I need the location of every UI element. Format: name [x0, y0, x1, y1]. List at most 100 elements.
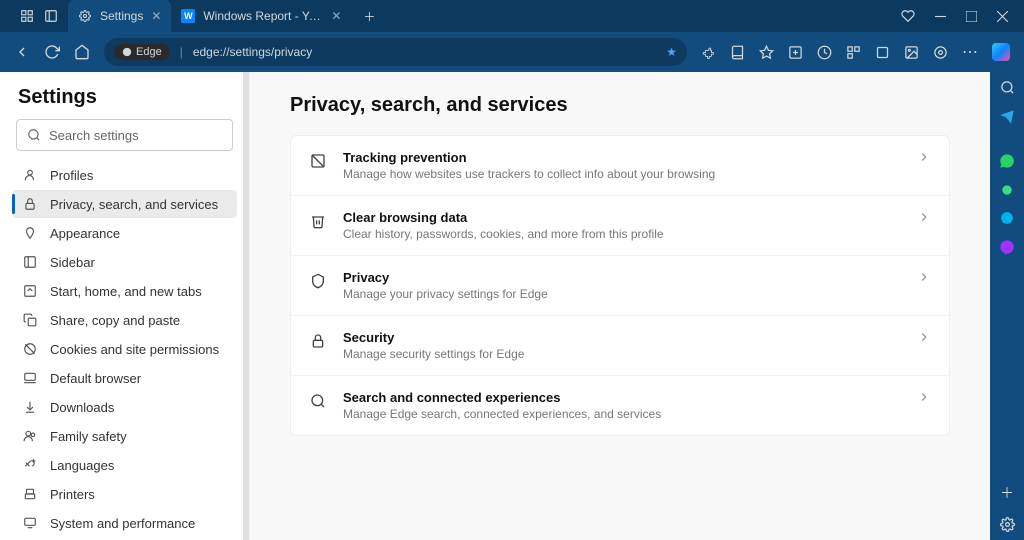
nav-item-icon — [22, 399, 38, 415]
nav-item-label: Default browser — [50, 371, 141, 386]
content-row: Settings Search settings ProfilesPrivacy… — [0, 72, 1024, 540]
read-aloud-icon[interactable] — [730, 45, 745, 60]
titlebar: Settings ✕ W Windows Report - Your go-to… — [0, 0, 1024, 32]
tab-actions-icon[interactable] — [44, 9, 58, 23]
sidebar-telegram-icon[interactable] — [999, 109, 1015, 125]
copilot-icon[interactable] — [992, 43, 1010, 61]
more-menu-icon[interactable]: ⋯ — [962, 42, 978, 62]
chevron-right-icon — [917, 330, 931, 344]
close-tab-icon[interactable]: ✕ — [331, 9, 341, 23]
toolbar: Edge | edge://settings/privacy ★ ⋯ — [0, 32, 1024, 72]
row-description: Manage your privacy settings for Edge — [343, 287, 901, 301]
row-description: Manage Edge search, connected experience… — [343, 407, 901, 421]
new-tab-button[interactable]: ＋ — [351, 8, 387, 25]
sidebar-item[interactable]: Profiles — [12, 161, 237, 189]
performance-icon[interactable] — [933, 45, 948, 60]
nav-item-icon — [22, 196, 38, 212]
sidebar-search-icon[interactable] — [1000, 80, 1015, 95]
sidebar-item[interactable]: Family safety — [12, 422, 237, 450]
sidebar-skype-icon[interactable] — [1000, 211, 1014, 225]
search-icon — [27, 128, 41, 142]
settings-row[interactable]: Privacy Manage your privacy settings for… — [291, 255, 949, 315]
history-icon[interactable] — [817, 45, 832, 60]
tab-windows-report[interactable]: W Windows Report - Your go-to sou… ✕ — [171, 0, 351, 32]
tab-settings[interactable]: Settings ✕ — [68, 0, 171, 32]
nav-item-label: Sidebar — [50, 255, 95, 270]
sidebar-item[interactable]: Appearance — [12, 219, 237, 247]
sidebar-item[interactable]: Privacy, search, and services — [12, 190, 237, 218]
sidebar-android-icon[interactable] — [1000, 183, 1014, 197]
sidebar-item[interactable]: Cookies and site permissions — [12, 335, 237, 363]
settings-heading: Settings — [18, 86, 231, 109]
nav-item-label: Appearance — [50, 226, 120, 241]
search-placeholder: Search settings — [49, 128, 139, 143]
nav-item-label: System and performance — [50, 516, 195, 531]
settings-row[interactable]: Security Manage security settings for Ed… — [291, 315, 949, 375]
settings-row[interactable]: Clear browsing data Clear history, passw… — [291, 195, 949, 255]
sidebar-add-icon[interactable]: ＋ — [1000, 483, 1014, 503]
apps-icon[interactable] — [846, 45, 861, 60]
nav-item-label: Cookies and site permissions — [50, 342, 219, 357]
settings-row[interactable]: Tracking prevention Manage how websites … — [291, 136, 949, 195]
browser-sidebar: ＋ — [990, 72, 1024, 540]
row-title: Clear browsing data — [343, 210, 901, 225]
url-text: edge://settings/privacy — [193, 45, 656, 59]
row-description: Manage how websites use trackers to coll… — [343, 167, 901, 181]
chevron-right-icon — [917, 390, 931, 404]
row-icon — [309, 272, 327, 290]
gear-icon — [78, 9, 92, 23]
nav-item-icon — [22, 225, 38, 241]
minimize-button[interactable] — [935, 11, 946, 22]
sidebar-whatsapp-icon[interactable] — [999, 153, 1015, 169]
address-bar[interactable]: Edge | edge://settings/privacy ★ — [104, 38, 687, 66]
settings-page: Settings Search settings ProfilesPrivacy… — [0, 72, 990, 540]
nav-item-icon — [22, 254, 38, 270]
edge-badge: Edge — [114, 44, 170, 60]
nav-item-icon — [22, 515, 38, 531]
sidebar-item[interactable]: Start, home, and new tabs — [12, 277, 237, 305]
maximize-button[interactable] — [966, 11, 977, 22]
nav-item-icon — [22, 486, 38, 502]
nav-item-label: Family safety — [50, 429, 127, 444]
chevron-right-icon — [917, 150, 931, 164]
nav-item-icon — [22, 283, 38, 299]
workspaces-icon[interactable] — [20, 9, 34, 23]
settings-sidebar: Settings Search settings ProfilesPrivacy… — [0, 72, 250, 540]
back-button[interactable] — [14, 44, 30, 60]
nav-item-icon — [22, 341, 38, 357]
downloads-icon[interactable] — [875, 45, 890, 60]
nav-item-icon — [22, 457, 38, 473]
sidebar-item[interactable]: Downloads — [12, 393, 237, 421]
row-title: Security — [343, 330, 901, 345]
close-window-button[interactable] — [997, 11, 1008, 22]
close-tab-icon[interactable]: ✕ — [151, 9, 161, 23]
search-settings-input[interactable]: Search settings — [16, 119, 233, 151]
row-title: Tracking prevention — [343, 150, 901, 165]
favorite-star-icon[interactable]: ★ — [666, 45, 677, 59]
favorites-icon[interactable] — [759, 45, 774, 60]
sidebar-settings-icon[interactable] — [1000, 517, 1015, 532]
row-icon — [309, 212, 327, 230]
chevron-right-icon — [917, 270, 931, 284]
sidebar-item[interactable]: Printers — [12, 480, 237, 508]
home-button[interactable] — [74, 44, 90, 60]
rewards-icon[interactable] — [901, 9, 915, 23]
nav-item-icon — [22, 312, 38, 328]
sidebar-item[interactable]: Share, copy and paste — [12, 306, 237, 334]
collections-icon[interactable] — [788, 45, 803, 60]
settings-row[interactable]: Search and connected experiences Manage … — [291, 375, 949, 435]
sidebar-scrollbar[interactable] — [243, 72, 249, 540]
sidebar-item[interactable]: System and performance — [12, 509, 237, 537]
sidebar-item[interactable]: Default browser — [12, 364, 237, 392]
settings-nav: ProfilesPrivacy, search, and services App… — [12, 161, 237, 540]
screenshot-icon[interactable] — [904, 45, 919, 60]
refresh-button[interactable] — [44, 44, 60, 60]
sidebar-messenger-icon[interactable] — [999, 239, 1015, 255]
tab-label: Windows Report - Your go-to sou… — [203, 9, 323, 23]
nav-item-label: Printers — [50, 487, 95, 502]
sidebar-item[interactable]: Sidebar — [12, 248, 237, 276]
nav-item-icon — [22, 370, 38, 386]
sidebar-item[interactable]: Languages — [12, 451, 237, 479]
settings-main: Privacy, search, and services Tracking p… — [250, 72, 990, 540]
extensions-icon[interactable] — [701, 45, 716, 60]
